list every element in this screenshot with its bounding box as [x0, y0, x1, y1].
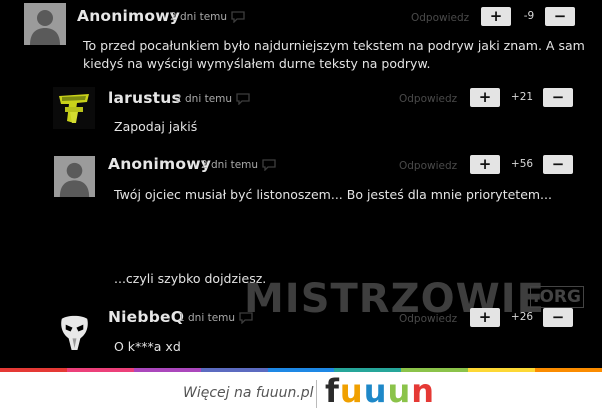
logo-letter: u: [387, 372, 412, 410]
stripe-segment: [0, 368, 67, 372]
footer-divider: [316, 380, 317, 408]
logo-letter: u: [339, 372, 364, 410]
comment-thread: Anonimowy 2 dni temu Odpowiedz + -9 − To…: [0, 0, 602, 368]
avatar[interactable]: [24, 3, 66, 45]
logo-letter: f: [325, 372, 340, 410]
comment-time: 2 dni temu: [170, 11, 228, 23]
upvote-button[interactable]: +: [470, 88, 500, 107]
team-logo-icon: [53, 87, 95, 129]
author-name[interactable]: Anonimowy: [108, 155, 211, 173]
author-name[interactable]: larustus: [108, 89, 181, 107]
avatar[interactable]: [54, 311, 95, 352]
vote-score: +21: [510, 91, 534, 103]
logo-letter: n: [411, 372, 436, 410]
reply-link[interactable]: Odpowiedz: [399, 160, 457, 172]
comment-body: To przed pocałunkiem było najdurniejszym…: [83, 38, 585, 71]
comment-time: 2 dni temu: [175, 93, 233, 105]
stripe-segment: [535, 368, 602, 372]
avatar[interactable]: [54, 156, 95, 197]
flag-icon[interactable]: [231, 11, 245, 23]
stripe-segment: [468, 368, 536, 372]
downvote-button[interactable]: −: [545, 7, 575, 26]
comment-body: Zapodaj jakiś: [114, 119, 198, 134]
upvote-button[interactable]: +: [470, 308, 500, 327]
reply-link[interactable]: Odpowiedz: [399, 93, 457, 105]
downvote-button[interactable]: −: [543, 308, 573, 327]
person-silhouette-icon: [54, 156, 95, 197]
avatar[interactable]: [53, 87, 95, 129]
reply-link[interactable]: Odpowiedz: [399, 313, 457, 325]
stripe-segment: [133, 368, 201, 372]
comment-time: 2 dni temu: [201, 159, 259, 171]
vote-score: -9: [523, 10, 535, 22]
author-name[interactable]: NiebbeQ: [108, 308, 184, 326]
fuuun-logo[interactable]: fuuun: [325, 372, 435, 410]
downvote-button[interactable]: −: [543, 155, 573, 174]
stripe-segment: [66, 368, 134, 372]
reply-link[interactable]: Odpowiedz: [411, 12, 469, 24]
flag-icon[interactable]: [262, 159, 276, 171]
upvote-button[interactable]: +: [470, 155, 500, 174]
color-stripe: [0, 368, 602, 372]
comment-body: O k***a xd: [114, 339, 181, 354]
stripe-segment: [200, 368, 268, 372]
logo-letter: u: [363, 372, 388, 410]
mask-icon: [54, 311, 95, 352]
comment-time: 1 dni temu: [178, 312, 236, 324]
vote-score: +26: [510, 311, 534, 323]
footer-text[interactable]: Więcej na fuuun.pl: [183, 385, 314, 401]
flag-icon[interactable]: [239, 312, 253, 324]
flag-icon[interactable]: [236, 93, 250, 105]
watermark-suffix: .ORG: [530, 286, 584, 308]
upvote-button[interactable]: +: [481, 7, 511, 26]
downvote-button[interactable]: −: [543, 88, 573, 107]
comment-body: Twój ojciec musiał być listonoszem... Bo…: [114, 187, 552, 202]
author-name[interactable]: Anonimowy: [77, 7, 180, 25]
vote-score: +56: [510, 158, 534, 170]
person-silhouette-icon: [24, 3, 66, 45]
